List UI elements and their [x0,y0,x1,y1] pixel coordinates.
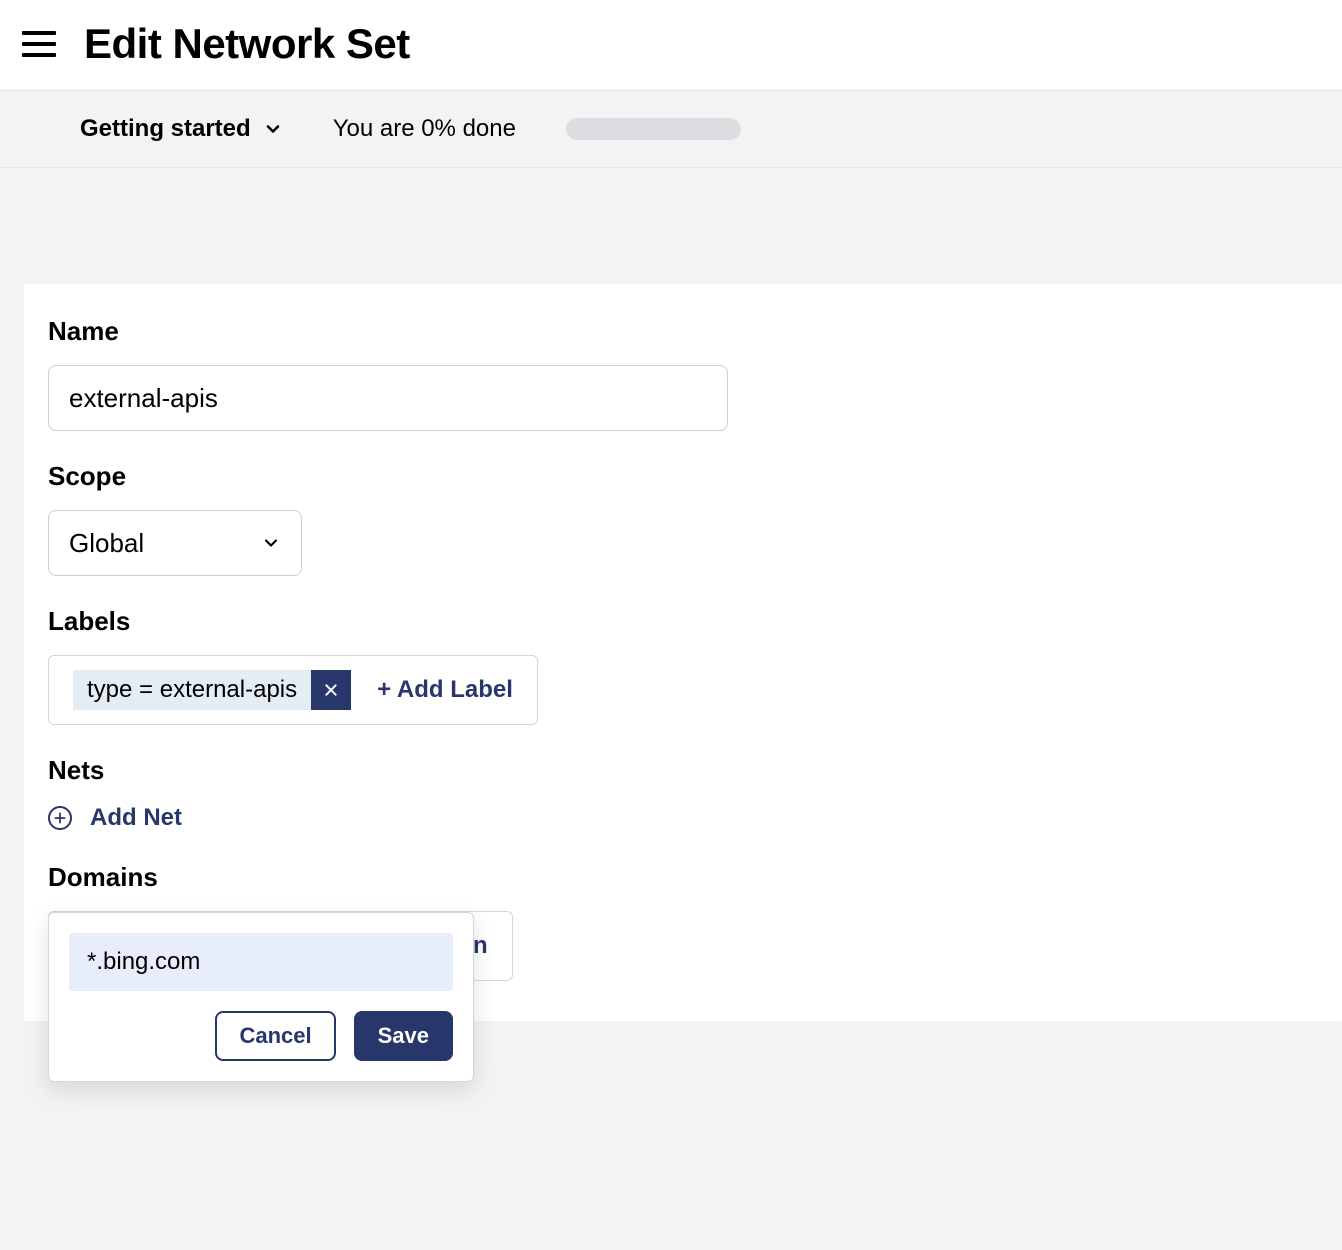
labels-box: type = external-apis + Add Label [48,655,538,725]
scope-select[interactable]: Global [48,510,302,576]
nets-label: Nets [48,755,1342,786]
new-domain-input[interactable] [69,933,453,991]
label-chip-text: type = external-apis [73,670,311,710]
getting-started-dropdown[interactable]: Getting started [80,115,283,143]
save-button[interactable]: Save [354,1011,453,1061]
add-net-button[interactable]: Add Net [90,804,182,832]
form-card: Name Scope Global Labels type = external… [24,284,1342,1021]
scope-label: Scope [48,461,1342,492]
name-label: Name [48,316,1342,347]
scope-value: Global [69,528,144,559]
cancel-button[interactable]: Cancel [215,1011,335,1061]
top-bar: Edit Network Set [0,0,1342,91]
progress-track [566,118,741,140]
progress-bar-section: Getting started You are 0% done [0,91,1342,168]
add-label-button[interactable]: + Add Label [377,676,513,704]
name-input[interactable] [48,365,728,431]
menu-icon[interactable] [22,31,56,57]
domains-label: Domains [48,862,1342,893]
chevron-down-icon [263,119,283,139]
remove-label-button[interactable] [311,670,351,710]
add-domain-popover: Cancel Save [48,912,474,1082]
labels-label: Labels [48,606,1342,637]
getting-started-label: Getting started [80,115,251,143]
close-icon [323,682,339,698]
chevron-down-icon [261,533,281,553]
plus-circle-icon[interactable] [48,806,72,830]
done-percentage-text: You are 0% done [333,115,516,143]
label-chip: type = external-apis [73,670,351,710]
page-title: Edit Network Set [84,20,410,68]
plus-icon [53,811,67,825]
